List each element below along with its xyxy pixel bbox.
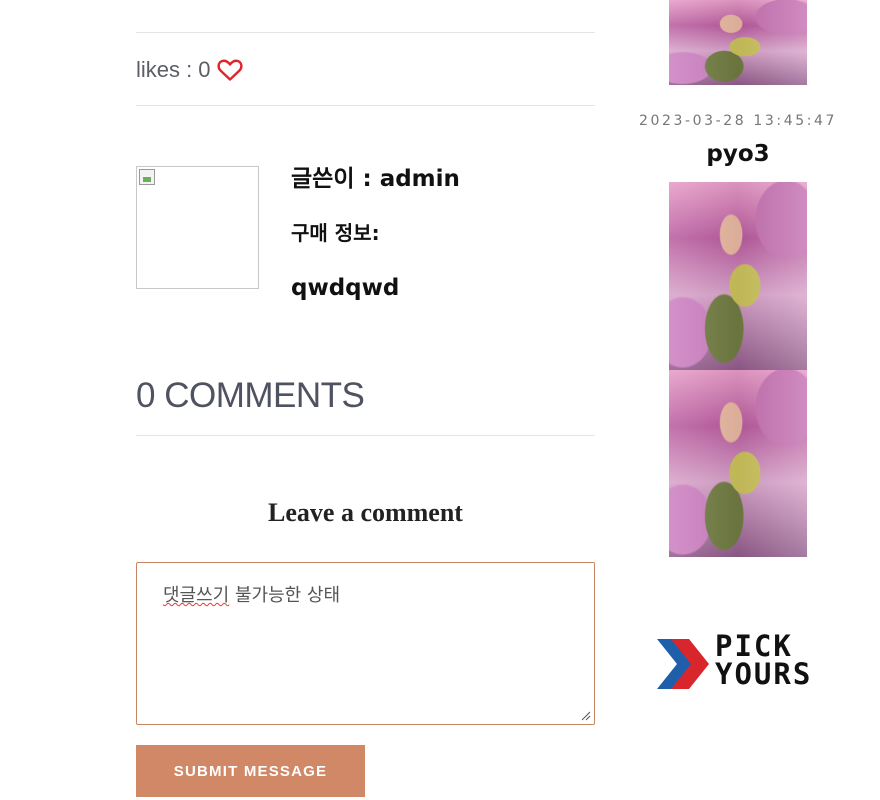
leave-comment-heading: Leave a comment [268, 498, 463, 527]
heart-icon[interactable] [216, 58, 243, 82]
post-date: 2023-03-28 13:45:47 [638, 113, 838, 129]
chevron-logo-icon [657, 639, 709, 689]
comment-text: 불가능한 상태 [229, 585, 341, 606]
logo-line-2: YOURS [715, 657, 813, 691]
author-name: 글쓴이 : admin [291, 166, 460, 192]
comments-count-title: 0 COMMENTS [136, 376, 365, 415]
author-avatar [136, 166, 259, 289]
resize-grip-icon[interactable] [581, 711, 591, 721]
divider [136, 105, 595, 106]
broken-image-icon [139, 169, 155, 185]
comment-text-misspelled: 댓글쓰기 [163, 585, 230, 606]
post-thumbnail[interactable] [669, 0, 807, 85]
logo-text: PICK YOURS [715, 629, 813, 691]
comment-textarea[interactable]: 댓글쓰기 불가능한 상태 [136, 562, 595, 725]
pick-yours-logo[interactable]: PICK YOURS [657, 632, 837, 694]
purchase-info-label: 구매 정보: [291, 221, 380, 245]
likes-row: likes : 0 [136, 57, 243, 83]
logo-line-1: PICK [715, 629, 793, 663]
divider [136, 32, 595, 33]
likes-label: likes : [136, 57, 193, 82]
post-user[interactable]: pyo3 [622, 141, 854, 167]
purchase-info-value: qwdqwd [291, 275, 400, 301]
likes-count: 0 [198, 57, 211, 82]
post-thumbnail[interactable] [669, 182, 807, 370]
divider [136, 435, 595, 436]
post-thumbnail[interactable] [669, 370, 807, 557]
submit-message-button[interactable]: SUBMIT MESSAGE [136, 745, 365, 797]
